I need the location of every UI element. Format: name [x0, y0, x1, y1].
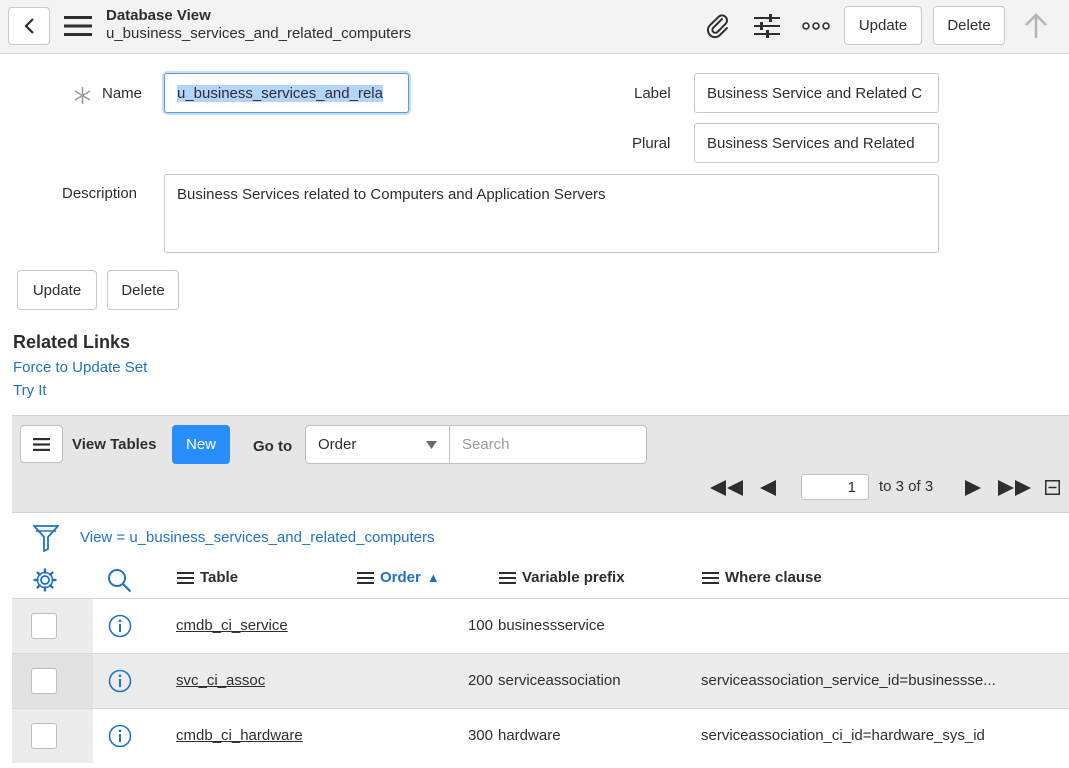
filter-icon[interactable] [33, 524, 59, 552]
label-field[interactable]: Business Service and Related C [694, 73, 939, 113]
next-page-icon[interactable] [965, 480, 981, 496]
page-count: to 3 of 3 [879, 478, 934, 495]
column-menu-icon[interactable] [499, 571, 516, 584]
row-where-clause: serviceassociation_service_id=businessse… [701, 672, 996, 689]
form-delete-button[interactable]: Delete [107, 270, 179, 310]
goto-selected-value: Order [318, 436, 357, 453]
info-icon[interactable] [108, 669, 132, 693]
related-links-title: Related Links [13, 332, 131, 352]
description-field[interactable]: Business Services related to Computers a… [164, 174, 939, 253]
column-menu-icon[interactable] [357, 571, 374, 584]
column-header-table-label: Table [200, 569, 239, 586]
row-table-link[interactable]: cmdb_ci_hardware [176, 727, 303, 744]
attachment-button[interactable] [703, 12, 733, 40]
sort-ascending-icon: ▲ [426, 570, 440, 585]
goto-field-select[interactable]: Order [305, 425, 450, 464]
column-header-order[interactable]: Order ▲ [357, 569, 440, 586]
gear-icon[interactable] [33, 568, 57, 592]
more-icon [802, 22, 830, 30]
last-page-icon[interactable] [998, 480, 1031, 496]
list-menu-button[interactable] [20, 425, 63, 463]
row-order: 100 [467, 617, 493, 634]
new-button[interactable]: New [172, 425, 230, 464]
column-header-variable-prefix[interactable]: Variable prefix [499, 569, 625, 586]
table-row: cmdb_ci_hardware 300 hardware serviceass… [12, 708, 1069, 763]
row-variable-prefix: serviceassociation [498, 672, 621, 689]
label-label: Label [634, 85, 671, 102]
checkbox-column [12, 709, 93, 763]
filter-breadcrumb[interactable]: View = u_business_services_and_related_c… [80, 529, 435, 546]
header-delete-button[interactable]: Delete [933, 6, 1005, 45]
info-icon[interactable] [108, 724, 132, 748]
header-update-button[interactable]: Update [844, 6, 922, 45]
page-title: Database View [106, 7, 211, 24]
row-checkbox[interactable] [31, 613, 57, 639]
chevron-left-icon [24, 18, 34, 34]
back-button[interactable] [8, 7, 50, 45]
arrow-up-icon [1025, 13, 1047, 38]
plural-field[interactable]: Business Services and Related [694, 123, 939, 163]
header-title-block: Database View u_business_services_and_re… [106, 7, 411, 43]
row-variable-prefix: businessservice [498, 617, 605, 634]
force-update-set-link[interactable]: Force to Update Set [13, 359, 147, 376]
page-subtitle: u_business_services_and_related_computer… [106, 25, 412, 42]
personalize-button[interactable] [752, 12, 782, 40]
row-checkbox[interactable] [31, 668, 57, 694]
search-icon[interactable] [107, 568, 132, 593]
name-field[interactable]: u_business_services_and_rela [164, 73, 409, 113]
row-where-clause: serviceassociation_ci_id=hardware_sys_id [701, 727, 985, 744]
name-label: Name [102, 85, 143, 102]
table-row: cmdb_ci_service 100 businessservice [12, 598, 1069, 653]
row-table-link[interactable]: cmdb_ci_service [176, 617, 288, 634]
column-header-table[interactable]: Table [177, 569, 238, 586]
column-header-where-clause-label: Where clause [725, 569, 822, 586]
previous-page-icon[interactable] [760, 480, 776, 496]
row-order: 300 [467, 727, 493, 744]
collapse-icon[interactable] [1045, 480, 1060, 495]
info-icon[interactable] [108, 614, 132, 638]
form-header: Database View u_business_services_and_re… [0, 0, 1069, 54]
sliders-icon [754, 14, 780, 38]
row-table-link[interactable]: svc_ci_assoc [176, 672, 265, 689]
table-row: svc_ci_assoc 200 serviceassociation serv… [12, 653, 1069, 708]
mandatory-asterisk-icon [74, 87, 91, 104]
checkbox-column [12, 654, 93, 708]
menu-icon[interactable] [64, 15, 92, 37]
menu-icon [33, 437, 50, 451]
caret-down-icon [426, 440, 437, 449]
paperclip-icon [707, 14, 728, 39]
column-header-variable-prefix-label: Variable prefix [522, 569, 625, 586]
page-number-input[interactable]: 1 [801, 474, 869, 500]
row-order: 200 [467, 672, 493, 689]
column-menu-icon[interactable] [177, 571, 194, 584]
first-page-icon[interactable] [710, 480, 743, 496]
try-it-link[interactable]: Try It [13, 382, 47, 399]
more-options-button[interactable] [801, 12, 831, 40]
name-field-value: u_business_services_and_rela [177, 84, 383, 102]
list-title: View Tables [72, 436, 157, 453]
plural-label: Plural [632, 135, 671, 152]
scroll-top-button[interactable] [1021, 12, 1051, 40]
checkbox-column [12, 599, 93, 653]
column-menu-icon[interactable] [702, 571, 719, 584]
column-header-where-clause[interactable]: Where clause [702, 569, 822, 586]
list-toolbar: View Tables New Go to Order Search 1 to … [12, 415, 1069, 513]
list-search-input[interactable]: Search [449, 425, 647, 464]
goto-label: Go to [253, 438, 293, 455]
column-header-order-label: Order [380, 569, 421, 586]
row-variable-prefix: hardware [498, 727, 561, 744]
row-checkbox[interactable] [31, 723, 57, 749]
form-update-button[interactable]: Update [17, 270, 97, 310]
description-label: Description [62, 185, 138, 202]
